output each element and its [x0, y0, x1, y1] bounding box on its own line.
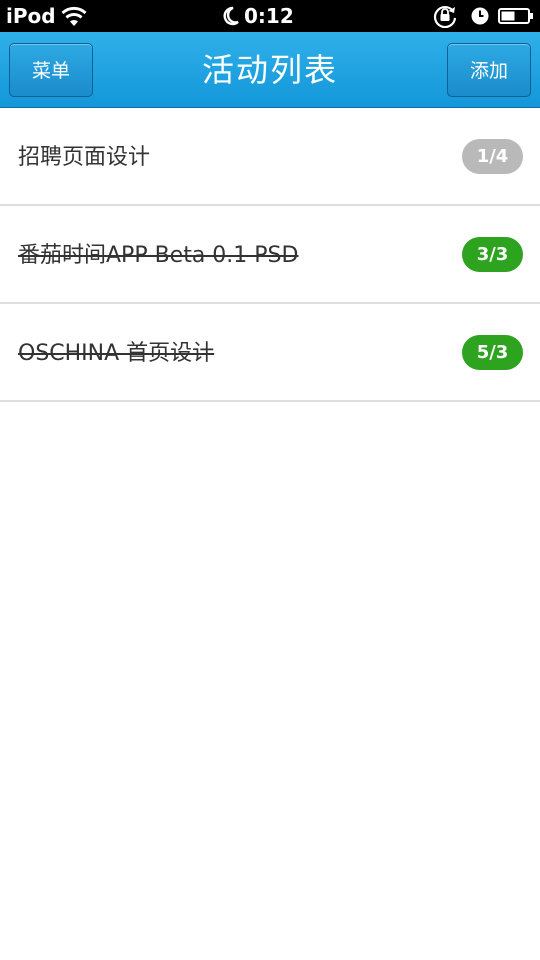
status-bar: iPod 0:12 — [0, 0, 540, 32]
list-item[interactable]: OSCHINA 首页设计 5/3 — [0, 304, 540, 402]
battery-icon — [498, 8, 533, 24]
menu-button[interactable]: 菜单 — [9, 43, 93, 97]
moon-icon — [223, 6, 239, 26]
count-badge: 3/3 — [462, 237, 523, 272]
navigation-bar: 菜单 活动列表 添加 — [0, 32, 540, 108]
count-badge: 5/3 — [462, 335, 523, 370]
carrier-label: iPod — [6, 4, 56, 28]
activity-title: OSCHINA 首页设计 — [18, 341, 215, 366]
status-time-group: 0:12 — [222, 3, 294, 29]
count-badge: 1/4 — [462, 139, 523, 174]
list-item[interactable]: 番茄时间APP Beta 0.1 PSD 3/3 — [0, 206, 540, 304]
activity-title: 番茄时间APP Beta 0.1 PSD — [18, 243, 299, 268]
activity-title: 招聘页面设计 — [18, 145, 151, 170]
status-time: 0:12 — [244, 4, 294, 28]
alarm-icon — [471, 7, 489, 25]
page-title: 活动列表 — [201, 51, 338, 89]
list-item[interactable]: 招聘页面设计 1/4 — [0, 108, 540, 206]
wifi-icon — [61, 6, 87, 26]
activity-list: 招聘页面设计 1/4 番茄时间APP Beta 0.1 PSD 3/3 OSCH… — [0, 108, 540, 402]
add-button[interactable]: 添加 — [447, 43, 531, 97]
rotation-lock-icon — [433, 5, 457, 28]
